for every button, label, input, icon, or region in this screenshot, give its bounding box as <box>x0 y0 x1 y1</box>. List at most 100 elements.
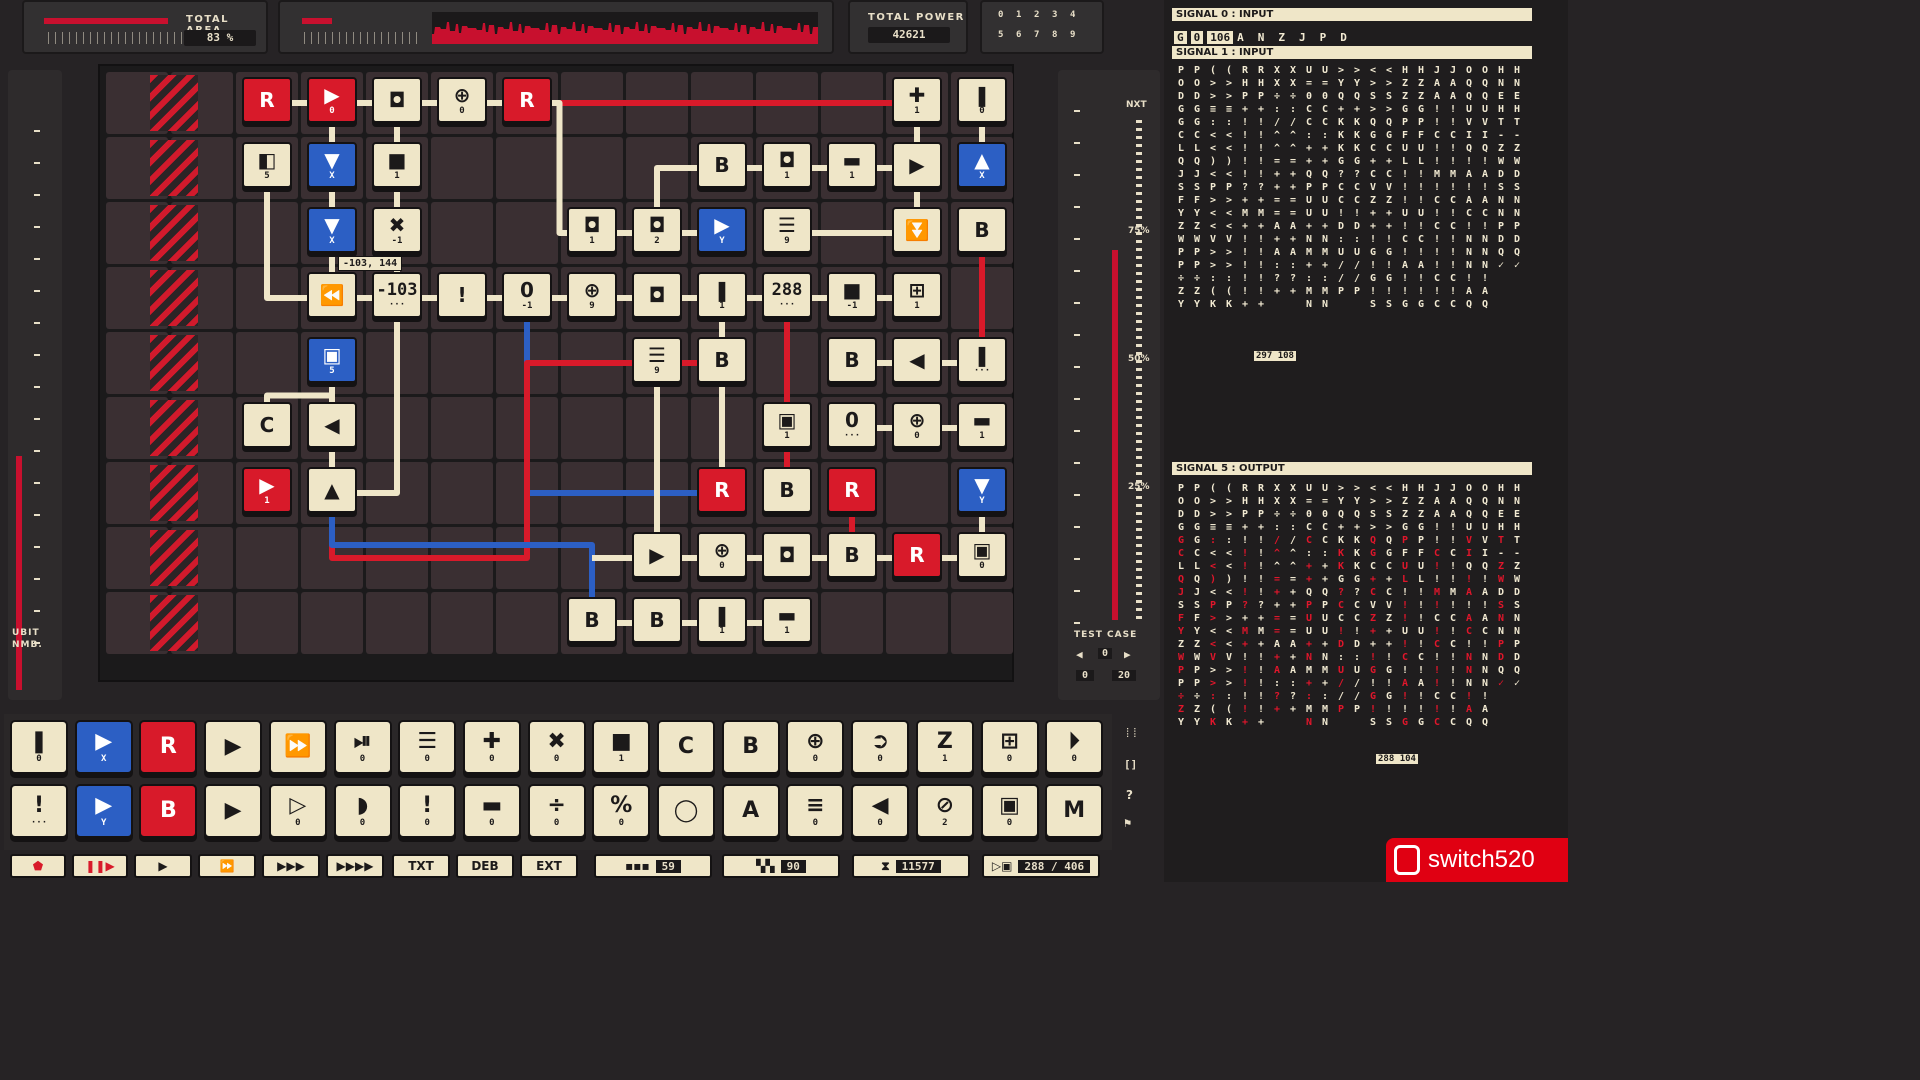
palette-block[interactable]: ! ··· <box>10 784 68 838</box>
test-case-prev-button[interactable]: ◀ <box>1076 648 1083 661</box>
palette-block[interactable]: ◀ 0 <box>851 784 910 838</box>
board-cell[interactable] <box>496 137 558 199</box>
board-cell[interactable] <box>301 527 363 589</box>
circuit-block[interactable]: ▬ 1 <box>827 142 877 188</box>
board-cell[interactable] <box>431 137 493 199</box>
play-button[interactable]: ▶ <box>134 854 192 878</box>
palette-block[interactable]: ▬ 0 <box>462 784 521 838</box>
txt-button[interactable]: TXT <box>392 854 450 878</box>
circuit-block[interactable]: ✚ 1 <box>892 77 942 123</box>
board-cell[interactable] <box>821 202 883 264</box>
circuit-block[interactable]: -103 ··· <box>372 272 422 318</box>
board-cell[interactable] <box>431 462 493 524</box>
circuit-block[interactable]: ⊕ 9 <box>567 272 617 318</box>
bracket-button[interactable]: [] <box>1124 758 1137 771</box>
circuit-block[interactable]: R <box>892 532 942 578</box>
palette-block[interactable]: ÷ 0 <box>527 784 586 838</box>
board-cell[interactable] <box>496 592 558 654</box>
board-cell[interactable] <box>496 462 558 524</box>
palette-block[interactable]: ! 0 <box>398 784 457 838</box>
palette-block[interactable]: ⊘ 2 <box>915 784 974 838</box>
palette-block[interactable]: ➲ 0 <box>851 720 910 774</box>
board-cell[interactable] <box>821 592 883 654</box>
deb-button[interactable]: DEB <box>456 854 514 878</box>
board-cell[interactable] <box>691 72 753 134</box>
board-cell[interactable] <box>431 397 493 459</box>
circuit-block[interactable]: 288 ··· <box>762 272 812 318</box>
pause-button[interactable]: ❚❚▶ <box>72 854 128 878</box>
palette-block[interactable]: ⊞ 0 <box>980 720 1039 774</box>
palette-block[interactable]: ▣ 0 <box>980 784 1039 838</box>
board-cell[interactable] <box>496 202 558 264</box>
board-cell[interactable] <box>626 72 688 134</box>
palette-block[interactable]: B <box>139 784 198 838</box>
circuit-block[interactable]: ❚ 1 <box>697 597 747 643</box>
circuit-block[interactable]: ⏪ <box>307 272 357 318</box>
circuit-block[interactable]: ❚ 0 <box>957 77 1007 123</box>
palette-block[interactable]: ▶ <box>204 720 263 774</box>
circuit-block[interactable]: ▶ <box>632 532 682 578</box>
palette-block[interactable]: C <box>657 720 715 774</box>
palette-block[interactable]: ✚ 0 <box>462 720 521 774</box>
circuit-board[interactable]: R ▶ 0 ◘ ⊕ 0 R ✚ 1 ❚ 0 ◧ 5 ▼ X ■ 1 B ◘ 1 ▬ 1 ▶ ▲ X ▼ X ✖ -1 ◘ 1 ◘ 2 ▶ Y ☰ 9 ⏬ B… <box>98 64 1014 682</box>
board-cell[interactable] <box>431 202 493 264</box>
faster-button[interactable]: ▶▶▶ <box>262 854 320 878</box>
board-cell[interactable] <box>626 137 688 199</box>
board-cell[interactable] <box>431 592 493 654</box>
circuit-block[interactable]: ◀ <box>892 337 942 383</box>
board-cell[interactable] <box>366 527 428 589</box>
circuit-block[interactable]: R <box>242 77 292 123</box>
board-cell[interactable] <box>561 397 623 459</box>
palette-block[interactable]: ☰ 0 <box>398 720 457 774</box>
board-cell[interactable] <box>886 592 948 654</box>
circuit-block[interactable]: ▲ X <box>957 142 1007 188</box>
circuit-block[interactable]: ☰ 9 <box>762 207 812 253</box>
board-cell[interactable] <box>496 527 558 589</box>
palette-block[interactable]: ◗ 0 <box>333 784 392 838</box>
palette-block[interactable]: ✖ 0 <box>527 720 586 774</box>
palette-block[interactable]: ❚ 0 <box>10 720 68 774</box>
board-cell[interactable] <box>561 332 623 394</box>
circuit-block[interactable]: B <box>957 207 1007 253</box>
board-cell[interactable] <box>821 72 883 134</box>
circuit-block[interactable]: R <box>697 467 747 513</box>
circuit-block[interactable]: ◘ <box>372 77 422 123</box>
palette-block[interactable]: ▶ Y <box>74 784 133 838</box>
palette-block[interactable]: ⏩ <box>268 720 327 774</box>
circuit-block[interactable]: B <box>632 597 682 643</box>
circuit-block[interactable]: ✖ -1 <box>372 207 422 253</box>
circuit-block[interactable]: B <box>827 532 877 578</box>
circuit-block[interactable]: ⊕ 0 <box>892 402 942 448</box>
flag-button[interactable]: ⚑ <box>1124 816 1131 830</box>
board-cell[interactable] <box>236 202 298 264</box>
help-button[interactable]: ? <box>1126 788 1133 802</box>
circuit-block[interactable]: ▼ Y <box>957 467 1007 513</box>
board-cell[interactable] <box>691 397 753 459</box>
board-cell[interactable] <box>236 527 298 589</box>
board-cell[interactable] <box>366 592 428 654</box>
circuit-block[interactable]: ▬ 1 <box>762 597 812 643</box>
palette-block[interactable]: B <box>721 720 780 774</box>
circuit-block[interactable]: ▬ 1 <box>957 402 1007 448</box>
palette-block[interactable]: ▶ <box>204 784 263 838</box>
palette-block[interactable]: ◯ <box>657 784 715 838</box>
board-cell[interactable] <box>886 462 948 524</box>
circuit-block[interactable]: ◘ 1 <box>567 207 617 253</box>
palette-block[interactable]: A <box>721 784 780 838</box>
circuit-block[interactable]: B <box>762 467 812 513</box>
grid-menu-icon[interactable]: ⁞⁞ <box>1124 726 1138 741</box>
circuit-block[interactable]: ▶ 1 <box>242 467 292 513</box>
circuit-block[interactable]: ❚ ··· <box>957 337 1007 383</box>
palette-block[interactable]: % 0 <box>592 784 651 838</box>
palette-block[interactable]: ▶ X <box>74 720 133 774</box>
record-button[interactable]: ⬟ <box>10 854 66 878</box>
palette-block[interactable]: ⏵ 0 <box>1045 720 1104 774</box>
circuit-block[interactable]: 0 ··· <box>827 402 877 448</box>
circuit-block[interactable]: B <box>827 337 877 383</box>
circuit-block[interactable]: ◘ <box>632 272 682 318</box>
circuit-block[interactable]: ◘ 2 <box>632 207 682 253</box>
palette-block[interactable]: ■ 1 <box>592 720 651 774</box>
board-cell[interactable] <box>496 397 558 459</box>
circuit-block[interactable]: ◘ <box>762 532 812 578</box>
board-cell[interactable] <box>561 527 623 589</box>
